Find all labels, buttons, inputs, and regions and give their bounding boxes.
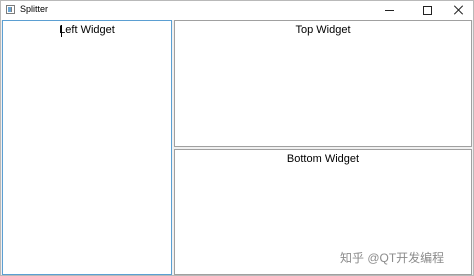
left-widget-pane[interactable]: Left Widget [2,20,172,275]
watermark-text: 知乎 @QT开发编程 [340,251,445,265]
close-button[interactable] [445,1,473,20]
maximize-button[interactable] [409,1,445,20]
app-window-icon[interactable] [6,5,15,14]
window-title: Splitter [20,4,49,14]
splitter-window: Splitter Left Widget Top Widget Bottom W… [0,0,474,276]
text-cursor [61,25,62,37]
minimize-button[interactable] [373,1,409,20]
top-widget-label: Top Widget [295,24,351,36]
minimize-icon [385,10,394,11]
top-widget-pane[interactable]: Top Widget [174,20,472,147]
maximize-icon [423,6,432,15]
bottom-widget-label: Bottom Widget [286,153,360,165]
close-icon [453,4,464,15]
title-bar[interactable]: Splitter [1,1,473,20]
left-widget-label: Left Widget [59,24,115,36]
